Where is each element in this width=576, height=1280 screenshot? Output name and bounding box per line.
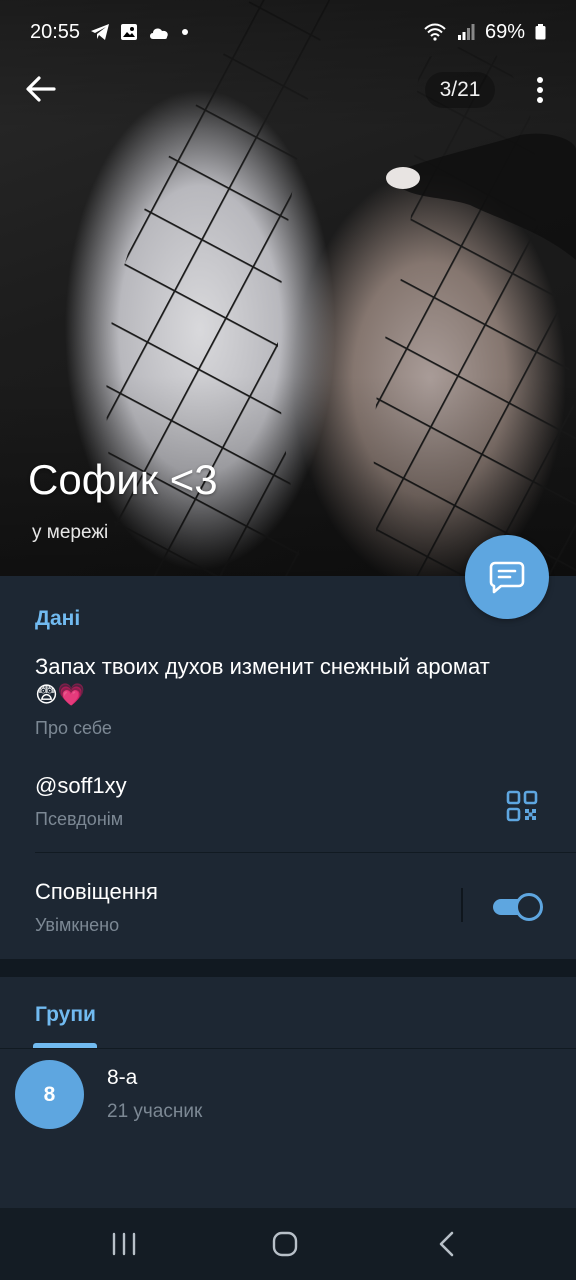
system-nav-bar — [0, 1208, 576, 1280]
tab-underline — [0, 1048, 576, 1049]
notifications-title: Сповіщення — [35, 879, 158, 904]
back-icon — [439, 1231, 454, 1257]
notifications-toggle[interactable] — [491, 892, 545, 922]
tab-groups[interactable]: Групи — [35, 1003, 96, 1027]
group-members: 21 учасник — [107, 1101, 203, 1122]
info-section: Дані Запах твоих духов изменит снежный а… — [0, 576, 576, 959]
section-gap — [0, 959, 576, 977]
qr-code-button[interactable] — [500, 784, 544, 828]
username-text: @soff1xy — [35, 773, 127, 798]
signal-icon — [457, 24, 475, 40]
online-status: у мережі — [32, 522, 109, 543]
message-icon — [489, 561, 525, 594]
row-divider — [35, 852, 576, 853]
home-icon — [272, 1231, 298, 1257]
toggle-separator — [461, 888, 463, 922]
back-button[interactable] — [18, 66, 64, 112]
photo-counter: 3/21 — [425, 72, 495, 108]
bio-text: Запах твоих духов изменит снежный аромат — [35, 654, 490, 679]
telegram-icon — [91, 24, 110, 40]
status-bar: 20:55 69% — [0, 0, 576, 64]
group-avatar: 8 — [15, 1060, 84, 1129]
arrow-left-icon — [26, 76, 56, 102]
username-label: Псевдонім — [35, 809, 124, 829]
bio-label: Про себе — [35, 718, 112, 738]
cloud-icon — [150, 28, 168, 39]
more-vertical-icon — [537, 77, 543, 103]
home-button[interactable] — [263, 1222, 307, 1266]
notifications-state: Увімкнено — [35, 915, 120, 935]
more-menu-button[interactable] — [522, 70, 558, 110]
send-message-button[interactable] — [465, 535, 549, 619]
bio-emoji: 😨💗 — [35, 682, 86, 707]
wifi-icon — [424, 23, 446, 41]
battery-icon — [535, 24, 546, 40]
nav-back-button[interactable] — [425, 1222, 469, 1266]
qr-code-icon — [506, 790, 538, 822]
profile-name: Софик <3 — [28, 456, 218, 503]
groups-section: Групи 8 8-а 21 учасник — [0, 977, 576, 1208]
recent-apps-icon — [112, 1232, 136, 1256]
recent-apps-button[interactable] — [102, 1222, 146, 1266]
status-time: 20:55 — [30, 20, 81, 43]
battery-percent: 69% — [484, 20, 525, 43]
info-section-title: Дані — [35, 607, 81, 630]
notification-dot-icon — [182, 29, 189, 35]
gallery-icon — [121, 24, 138, 40]
group-name: 8-а — [107, 1066, 138, 1089]
photo-toolbar: 3/21 — [0, 60, 576, 120]
toggle-knob — [515, 893, 543, 921]
